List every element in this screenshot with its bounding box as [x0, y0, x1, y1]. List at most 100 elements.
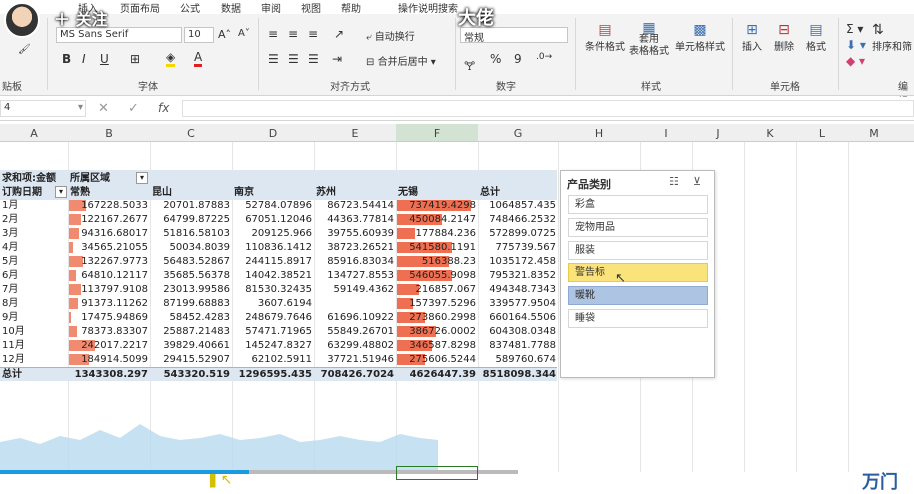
pivot-value-cell[interactable]: 44363.77814: [314, 213, 394, 226]
pivot-value-cell[interactable]: 56483.52867: [150, 255, 230, 268]
pivot-value-cell[interactable]: 339577.9504: [478, 297, 556, 310]
column-header-j[interactable]: J: [692, 127, 744, 140]
pivot-value-cell[interactable]: 78373.83307: [68, 325, 148, 338]
pivot-value-cell[interactable]: 242017.2217: [68, 339, 148, 352]
indent-icon[interactable]: ⇥: [332, 52, 342, 66]
pivot-value-cell[interactable]: 122167.2677: [68, 213, 148, 226]
region-filter-dropdown-icon[interactable]: ▾: [136, 172, 148, 184]
pivot-value-cell[interactable]: 748466.2532: [478, 213, 556, 226]
pivot-value-cell[interactable]: 110836.1412: [232, 241, 312, 254]
comma-button[interactable]: 9: [514, 52, 522, 66]
autosum-icon[interactable]: Σ ▾: [846, 22, 863, 36]
pivot-value-cell[interactable]: 775739.567: [478, 241, 556, 254]
fill-color-icon[interactable]: ◈: [166, 50, 176, 67]
pivot-value-cell[interactable]: 275606.5244: [396, 353, 476, 366]
pivot-value-cell[interactable]: 81530.32435: [232, 283, 312, 296]
pivot-value-cell[interactable]: 29415.52907: [150, 353, 230, 366]
align-center-icon[interactable]: ☰: [288, 52, 299, 66]
format-as-table-button[interactable]: ▦ 套用 表格格式: [626, 21, 672, 58]
pivot-value-cell[interactable]: 20701.87883: [150, 199, 230, 212]
slicer-item[interactable]: 彩盒: [568, 195, 708, 214]
pivot-value-cell[interactable]: 113797.9108: [68, 283, 148, 296]
pivot-value-cell[interactable]: 50034.8039: [150, 241, 230, 254]
grow-font-icon[interactable]: A˄: [218, 28, 231, 41]
pivot-value-cell[interactable]: 58452.4283: [150, 311, 230, 324]
date-filter-dropdown-icon[interactable]: ▾: [55, 186, 67, 198]
pivot-value-cell[interactable]: 94316.68017: [68, 227, 148, 240]
align-right-icon[interactable]: ☰: [308, 52, 319, 66]
column-header-a[interactable]: A: [0, 127, 68, 140]
pivot-value-cell[interactable]: 35685.56378: [150, 269, 230, 282]
pivot-value-cell[interactable]: 23013.99586: [150, 283, 230, 296]
sort-filter-button[interactable]: ⇅ 排序和筛: [872, 22, 914, 53]
insert-button[interactable]: ⊞ 插入: [738, 22, 766, 53]
pivot-value-cell[interactable]: 837481.7788: [478, 339, 556, 352]
multi-select-icon[interactable]: ☷: [669, 175, 679, 188]
pivot-value-cell[interactable]: 39755.60939: [314, 227, 394, 240]
pivot-value-cell[interactable]: 86723.54414: [314, 199, 394, 212]
pivot-value-cell[interactable]: 346587.8298: [396, 339, 476, 352]
pivot-value-cell[interactable]: 34565.21055: [68, 241, 148, 254]
pivot-value-cell[interactable]: 25887.21483: [150, 325, 230, 338]
underline-button[interactable]: U: [100, 52, 109, 66]
pivot-value-cell[interactable]: 248679.7646: [232, 311, 312, 324]
pivot-value-cell[interactable]: 177884.236: [396, 227, 476, 240]
pivot-value-cell[interactable]: 52784.07896: [232, 199, 312, 212]
align-bottom-icon[interactable]: ≡: [308, 27, 318, 41]
pivot-value-cell[interactable]: 145247.8327: [232, 339, 312, 352]
pivot-value-cell[interactable]: 604308.0348: [478, 325, 556, 338]
pivot-value-cell[interactable]: 184914.5099: [68, 353, 148, 366]
pivot-value-cell[interactable]: 546055.9098: [396, 269, 476, 282]
pivot-value-cell[interactable]: 572899.0725: [478, 227, 556, 240]
orientation-icon[interactable]: ↗: [334, 27, 344, 41]
format-button[interactable]: ▤ 格式: [802, 22, 830, 53]
pivot-value-cell[interactable]: 3607.6194: [232, 297, 312, 310]
slicer-item[interactable]: 睡袋: [568, 309, 708, 328]
pivot-value-cell[interactable]: 63299.48802: [314, 339, 394, 352]
name-box[interactable]: 4: [0, 100, 86, 117]
cell-styles-button[interactable]: ▩ 单元格样式: [672, 22, 728, 53]
pivot-value-cell[interactable]: 134727.8553: [314, 269, 394, 282]
fill-icon[interactable]: ⬇ ▾: [846, 38, 866, 52]
column-header-i[interactable]: I: [640, 127, 692, 140]
font-size-select[interactable]: 10: [184, 27, 214, 43]
slicer-item-hovered[interactable]: 警告标: [568, 263, 708, 282]
enter-icon[interactable]: ✓: [128, 101, 139, 116]
clear-icon[interactable]: ◆ ▾: [846, 54, 865, 68]
pivot-value-cell[interactable]: 91373.11262: [68, 297, 148, 310]
percent-button[interactable]: %: [490, 52, 501, 66]
font-color-icon[interactable]: A: [194, 50, 203, 67]
pivot-value-cell[interactable]: 51816.58103: [150, 227, 230, 240]
column-header-c[interactable]: C: [150, 127, 232, 140]
menu-formulas[interactable]: 公式: [180, 0, 200, 15]
pivot-value-cell[interactable]: 57471.71965: [232, 325, 312, 338]
slicer-item[interactable]: 服装: [568, 241, 708, 260]
merge-center-button[interactable]: ⊟ 合并后居中 ▾: [366, 53, 436, 68]
wrap-text-button[interactable]: ⤶ 自动换行: [366, 28, 415, 43]
pivot-value-cell[interactable]: 1064857.435: [478, 199, 556, 212]
pivot-value-cell[interactable]: 62102.5911: [232, 353, 312, 366]
column-header-h[interactable]: H: [558, 127, 640, 140]
increase-decimal-icon[interactable]: .0→: [536, 52, 552, 62]
product-category-slicer[interactable]: 产品类别 ☷ ⊻ 彩盒 宠物用品 服装 警告标 暖靴 睡袋 ↖: [560, 170, 715, 378]
pivot-value-cell[interactable]: 541580.1191: [396, 241, 476, 254]
pivot-value-cell[interactable]: 37721.51946: [314, 353, 394, 366]
format-painter-icon[interactable]: 🖌: [18, 44, 31, 55]
align-middle-icon[interactable]: ≡: [288, 27, 298, 41]
pivot-value-cell[interactable]: 55849.26701: [314, 325, 394, 338]
pivot-value-cell[interactable]: 132267.9773: [68, 255, 148, 268]
column-header-m[interactable]: M: [848, 127, 900, 140]
cancel-icon[interactable]: ✕: [98, 101, 109, 116]
pivot-value-cell[interactable]: 737419.4298: [396, 199, 476, 212]
pivot-value-cell[interactable]: 38723.26521: [314, 241, 394, 254]
pivot-value-cell[interactable]: 494348.7343: [478, 283, 556, 296]
italic-button[interactable]: I: [82, 52, 86, 66]
pivot-value-cell[interactable]: [314, 297, 394, 310]
pivot-value-cell[interactable]: 516388.23: [396, 255, 476, 268]
pivot-value-cell[interactable]: 209125.966: [232, 227, 312, 240]
column-header-b[interactable]: B: [68, 127, 150, 140]
shrink-font-icon[interactable]: A˅: [238, 28, 250, 39]
border-icon[interactable]: ⊞: [130, 52, 140, 66]
pivot-value-cell[interactable]: 660164.5506: [478, 311, 556, 324]
pivot-value-cell[interactable]: 1035172.458: [478, 255, 556, 268]
